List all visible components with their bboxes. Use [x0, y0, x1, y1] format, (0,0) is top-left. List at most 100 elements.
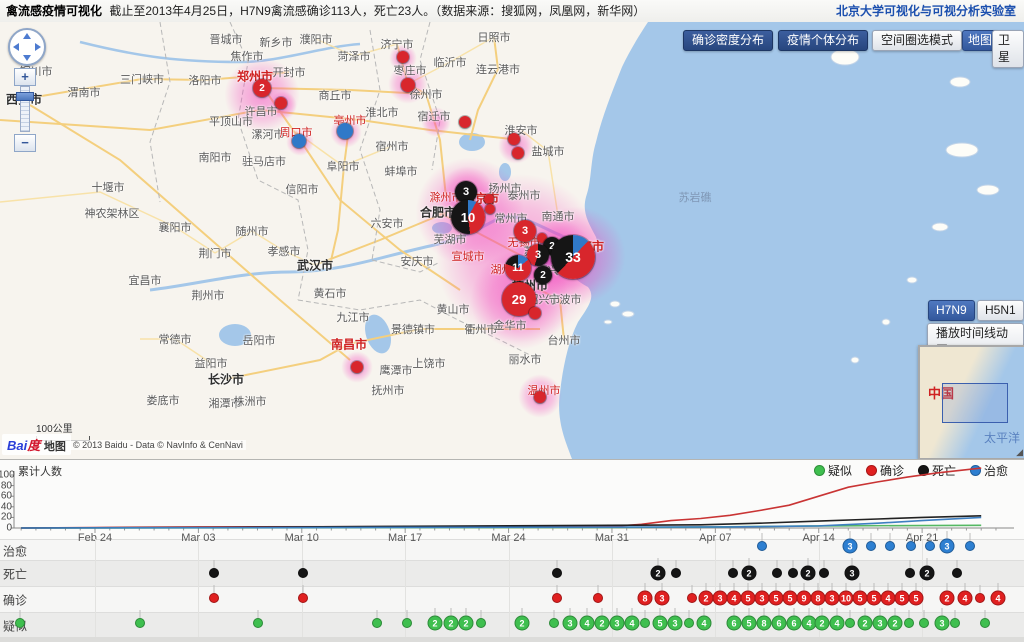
map-type-satellite-button[interactable]: 卫星	[992, 30, 1024, 68]
event-dot-疑似[interactable]	[253, 618, 263, 628]
pan-up-icon[interactable]	[23, 33, 31, 39]
event-dot-疑似[interactable]: 3	[935, 616, 950, 631]
event-dot-死亡[interactable]	[788, 568, 798, 578]
event-dot-治愈[interactable]	[925, 541, 935, 551]
event-dot-疑似[interactable]: 2	[815, 616, 830, 631]
event-dot-确诊[interactable]: 10	[839, 591, 854, 606]
event-dot-疑似[interactable]: 6	[727, 616, 742, 631]
epidemic-marker[interactable]	[397, 51, 409, 63]
event-dot-确诊[interactable]	[593, 593, 603, 603]
epidemic-marker[interactable]: 3	[514, 220, 536, 242]
event-dot-死亡[interactable]	[209, 568, 219, 578]
event-dot-疑似[interactable]: 2	[444, 616, 459, 631]
event-dot-确诊[interactable]: 4	[727, 591, 742, 606]
event-dot-治愈[interactable]	[885, 541, 895, 551]
event-dot-疑似[interactable]: 2	[515, 616, 530, 631]
event-dot-确诊[interactable]	[687, 593, 697, 603]
event-dot-疑似[interactable]: 4	[697, 616, 712, 631]
event-dot-疑似[interactable]	[15, 618, 25, 628]
event-dot-死亡[interactable]	[952, 568, 962, 578]
pan-compass-control[interactable]	[8, 28, 46, 66]
minimap-resize-icon[interactable]: ◢	[1016, 447, 1023, 458]
event-dot-疑似[interactable]: 4	[580, 616, 595, 631]
epidemic-marker[interactable]: 33	[551, 235, 595, 279]
event-dot-确诊[interactable]: 4	[958, 591, 973, 606]
epidemic-marker[interactable]	[337, 123, 353, 139]
event-dot-确诊[interactable]: 4	[991, 591, 1006, 606]
epidemic-marker[interactable]	[275, 97, 287, 109]
event-dot-疑似[interactable]	[980, 618, 990, 628]
event-dot-疑似[interactable]	[919, 618, 929, 628]
event-dot-疑似[interactable]: 2	[858, 616, 873, 631]
event-dot-疑似[interactable]: 2	[428, 616, 443, 631]
event-dot-确诊[interactable]: 4	[881, 591, 896, 606]
event-dot-确诊[interactable]: 3	[755, 591, 770, 606]
h5n1-tab-button[interactable]: H5N1	[977, 300, 1024, 321]
h7n9-tab-button[interactable]: H7N9	[928, 300, 975, 321]
event-dot-疑似[interactable]: 5	[742, 616, 757, 631]
event-dot-疑似[interactable]: 2	[888, 616, 903, 631]
event-dot-疑似[interactable]	[549, 618, 559, 628]
event-dot-确诊[interactable]: 8	[638, 591, 653, 606]
event-dot-疑似[interactable]: 5	[653, 616, 668, 631]
event-dot-治愈[interactable]	[965, 541, 975, 551]
event-dot-确诊[interactable]: 2	[940, 591, 955, 606]
event-dot-确诊[interactable]: 3	[655, 591, 670, 606]
event-dot-疑似[interactable]: 3	[668, 616, 683, 631]
event-dot-疑似[interactable]: 3	[563, 616, 578, 631]
event-dot-死亡[interactable]	[728, 568, 738, 578]
pan-right-icon[interactable]	[35, 43, 41, 51]
event-dot-疑似[interactable]	[684, 618, 694, 628]
event-dot-疑似[interactable]: 6	[787, 616, 802, 631]
event-dot-确诊[interactable]: 3	[825, 591, 840, 606]
event-dot-确诊[interactable]: 5	[853, 591, 868, 606]
event-dot-疑似[interactable]	[402, 618, 412, 628]
event-dot-治愈[interactable]: 3	[843, 539, 858, 554]
baidu-map[interactable]: 西安市铜川市渭南市三门峡市洛阳市晋城市焦作市新乡市濮阳市菏泽市济宁市枣庄市临沂市…	[0, 22, 1024, 459]
epidemic-marker[interactable]: 11	[505, 255, 531, 281]
epidemic-marker[interactable]: 3	[527, 244, 549, 266]
event-dot-疑似[interactable]: 2	[459, 616, 474, 631]
event-dot-疑似[interactable]	[845, 618, 855, 628]
individual-distribution-button[interactable]: 疫情个体分布	[778, 30, 868, 51]
epidemic-marker[interactable]: 2	[534, 266, 552, 284]
density-distribution-button[interactable]: 确诊密度分布	[683, 30, 773, 51]
event-dot-死亡[interactable]	[671, 568, 681, 578]
epidemic-marker[interactable]: 2	[253, 79, 271, 97]
epidemic-marker[interactable]	[401, 78, 415, 92]
event-dot-确诊[interactable]: 5	[783, 591, 798, 606]
epidemic-marker[interactable]	[529, 307, 541, 319]
event-dot-死亡[interactable]: 2	[742, 566, 757, 581]
event-dot-死亡[interactable]: 2	[801, 566, 816, 581]
event-dot-确诊[interactable]: 5	[867, 591, 882, 606]
event-dot-死亡[interactable]: 2	[651, 566, 666, 581]
epidemic-marker[interactable]	[459, 116, 471, 128]
event-dot-确诊[interactable]: 5	[769, 591, 784, 606]
epidemic-marker[interactable]: 10	[451, 200, 485, 234]
epidemic-marker[interactable]	[508, 133, 520, 145]
event-dot-疑似[interactable]	[135, 618, 145, 628]
event-dot-确诊[interactable]: 2	[699, 591, 714, 606]
event-dot-治愈[interactable]	[866, 541, 876, 551]
zoom-in-button[interactable]: +	[14, 68, 36, 86]
event-dot-治愈[interactable]	[906, 541, 916, 551]
zoom-out-button[interactable]: −	[14, 134, 36, 152]
circle-select-mode-button[interactable]: 空间圈选模式	[872, 30, 962, 51]
event-dot-确诊[interactable]: 5	[895, 591, 910, 606]
event-dot-确诊[interactable]: 8	[811, 591, 826, 606]
event-dot-确诊[interactable]: 5	[909, 591, 924, 606]
event-dot-疑似[interactable]: 6	[772, 616, 787, 631]
zoom-slider-handle[interactable]	[16, 92, 34, 101]
event-dot-疑似[interactable]	[950, 618, 960, 628]
event-dot-疑似[interactable]	[904, 618, 914, 628]
epidemic-marker[interactable]	[292, 134, 306, 148]
event-dot-疑似[interactable]: 4	[625, 616, 640, 631]
pan-left-icon[interactable]	[13, 43, 19, 51]
minimap-viewport[interactable]	[942, 383, 1008, 423]
event-dot-疑似[interactable]: 4	[830, 616, 845, 631]
pan-down-icon[interactable]	[23, 55, 31, 61]
zoom-control[interactable]: + −	[14, 68, 36, 152]
event-dot-疑似[interactable]	[372, 618, 382, 628]
epidemic-marker[interactable]	[484, 194, 494, 204]
event-dot-死亡[interactable]: 3	[845, 566, 860, 581]
